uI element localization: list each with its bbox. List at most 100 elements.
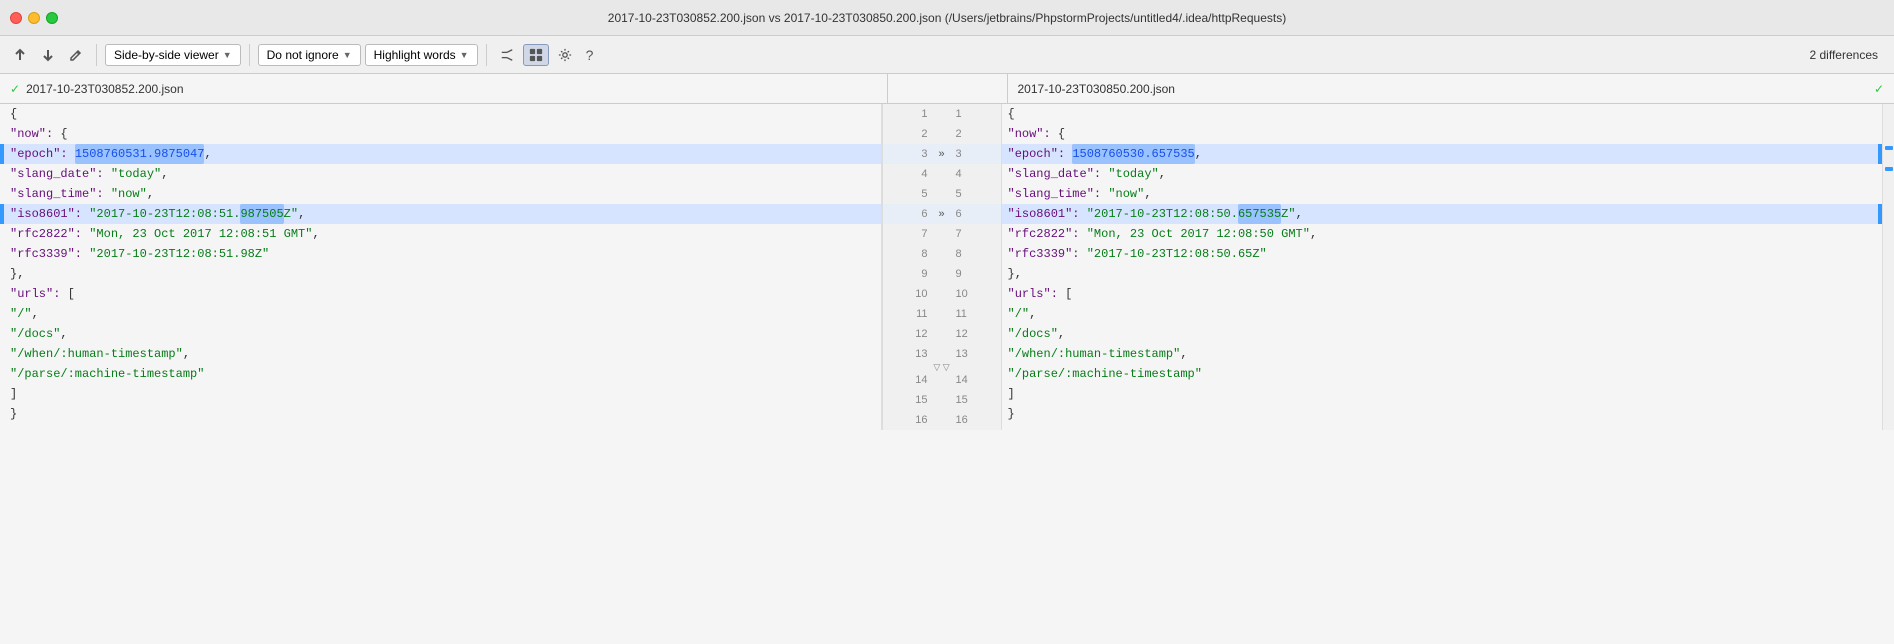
gutter-row-10: 10 10	[883, 284, 1001, 304]
right-line-14: "/parse/:machine-timestamp"	[1002, 364, 1883, 384]
scroll-marker-2	[1885, 167, 1893, 171]
gutter-right-num: 8	[952, 248, 982, 260]
toolbar: Side-by-side viewer ▼ Do not ignore ▼ Hi…	[0, 36, 1894, 74]
gutter-left-num: 13	[902, 348, 932, 360]
gutter-right-num: 1	[952, 108, 982, 120]
line-marker	[1878, 384, 1882, 404]
separator-2	[249, 44, 250, 66]
right-line-1: {	[1002, 104, 1883, 124]
line-content: "/parse/:machine-timestamp"	[1002, 364, 1879, 384]
diff-count: 2 differences	[1810, 48, 1879, 62]
right-line-7: "rfc2822": "Mon, 23 Oct 2017 12:08:50 GM…	[1002, 224, 1883, 244]
right-panel[interactable]: { "now": { "epoch": 1508760530.657535, "…	[1002, 104, 1883, 430]
prev-diff-button[interactable]	[8, 45, 32, 65]
gutter-left-num: 11	[902, 308, 932, 320]
left-filename: 2017-10-23T030852.200.json	[26, 82, 183, 96]
gutter-right-num: 9	[952, 268, 982, 280]
line-content: "rfc3339": "2017-10-23T12:08:51.98Z"	[4, 244, 881, 264]
gutter-left-num: 5	[902, 188, 932, 200]
left-line-9: },	[0, 264, 881, 284]
grid-view-button[interactable]	[523, 44, 549, 66]
next-diff-button[interactable]	[36, 45, 60, 65]
gutter-right-num: 10	[952, 288, 982, 300]
line-marker	[1878, 284, 1882, 304]
line-marker	[1878, 364, 1882, 384]
scroll-indicator[interactable]	[1882, 104, 1894, 430]
gutter-row-14: 1414	[883, 370, 1001, 390]
settings-button[interactable]	[553, 45, 577, 65]
help-button[interactable]: ?	[581, 44, 599, 66]
gutter-right-num: 7	[952, 228, 982, 240]
maximize-button[interactable]	[46, 12, 58, 24]
left-line-16: }	[0, 404, 881, 424]
gutter-left-num: 4	[902, 168, 932, 180]
line-content: "now": {	[1002, 124, 1879, 144]
line-marker	[1878, 304, 1882, 324]
line-content: }	[4, 404, 881, 424]
gutter-row-2: 22	[883, 124, 1001, 144]
ignore-chevron: ▼	[343, 50, 352, 60]
viewer-dropdown[interactable]: Side-by-side viewer ▼	[105, 44, 241, 66]
viewer-chevron: ▼	[223, 50, 232, 60]
gutter-arrow: »	[932, 148, 952, 160]
right-line-11: "/",	[1002, 304, 1883, 324]
gutter-arrow: »	[932, 208, 952, 220]
left-check-icon: ✓	[10, 82, 20, 96]
gutter-right-num: 15	[952, 394, 982, 406]
gutter-right-num: 4	[952, 168, 982, 180]
scroll-marker-1	[1885, 146, 1893, 150]
line-content: ]	[1002, 384, 1879, 404]
line-marker	[1878, 144, 1882, 164]
line-content: ]	[4, 384, 881, 404]
ignore-dropdown[interactable]: Do not ignore ▼	[258, 44, 361, 66]
line-marker	[1878, 104, 1882, 124]
close-button[interactable]	[10, 12, 22, 24]
gutter-row-12: 1212	[883, 324, 1001, 344]
line-content: "slang_time": "now",	[4, 184, 881, 204]
diff-lines-button[interactable]	[495, 45, 519, 65]
left-panel[interactable]: { "now": { "epoch": 1508760531.9875047, …	[0, 104, 882, 430]
gutter-left-num: 2	[902, 128, 932, 140]
right-line-2: "now": {	[1002, 124, 1883, 144]
gutter-left-num: 3	[902, 148, 932, 160]
gutter-right-num: 16	[952, 414, 982, 426]
gutter-right-num: 2	[952, 128, 982, 140]
minimize-button[interactable]	[28, 12, 40, 24]
highlight-chevron: ▼	[460, 50, 469, 60]
center-gutter: 11223»344556»67788991010111112121313▽ ▽1…	[882, 104, 1002, 430]
right-line-8: "rfc3339": "2017-10-23T12:08:50.65Z"	[1002, 244, 1883, 264]
edit-button[interactable]	[64, 45, 88, 65]
left-line-12: "/docs",	[0, 324, 881, 344]
highlight-dropdown[interactable]: Highlight words ▼	[365, 44, 478, 66]
gutter-left-num: 15	[902, 394, 932, 406]
gutter-row-4: 44	[883, 164, 1001, 184]
gutter-right-num: 12	[952, 328, 982, 340]
line-content: {	[4, 104, 881, 124]
gutter-left-num: 10	[902, 288, 932, 300]
left-line-3: "epoch": 1508760531.9875047,	[0, 144, 881, 164]
gutter-row-5: 55	[883, 184, 1001, 204]
right-line-9: },	[1002, 264, 1883, 284]
line-marker	[1878, 224, 1882, 244]
gutter-left-num: 14	[902, 374, 932, 386]
line-content: "/docs",	[1002, 324, 1879, 344]
line-content: "rfc3339": "2017-10-23T12:08:50.65Z"	[1002, 244, 1879, 264]
gutter-row-15: 1515	[883, 390, 1001, 410]
line-content: },	[1002, 264, 1879, 284]
left-line-10: "urls": [	[0, 284, 881, 304]
gutter-right-num: 3	[952, 148, 982, 160]
right-line-15: ]	[1002, 384, 1883, 404]
gutter-left-num: 7	[902, 228, 932, 240]
right-line-13: "/when/:human-timestamp",	[1002, 344, 1883, 364]
gutter-row-6: 6»6	[883, 204, 1001, 224]
left-line-11: "/",	[0, 304, 881, 324]
ignore-label: Do not ignore	[267, 48, 339, 62]
gutter-row-8: 88	[883, 244, 1001, 264]
line-content: "/parse/:machine-timestamp"	[4, 364, 881, 384]
line-content: "rfc2822": "Mon, 23 Oct 2017 12:08:51 GM…	[4, 224, 881, 244]
gutter-row-9: 99	[883, 264, 1001, 284]
line-content: "/when/:human-timestamp",	[1002, 344, 1879, 364]
left-line-1: {	[0, 104, 881, 124]
right-line-12: "/docs",	[1002, 324, 1883, 344]
gutter-row-16: 1616	[883, 410, 1001, 430]
